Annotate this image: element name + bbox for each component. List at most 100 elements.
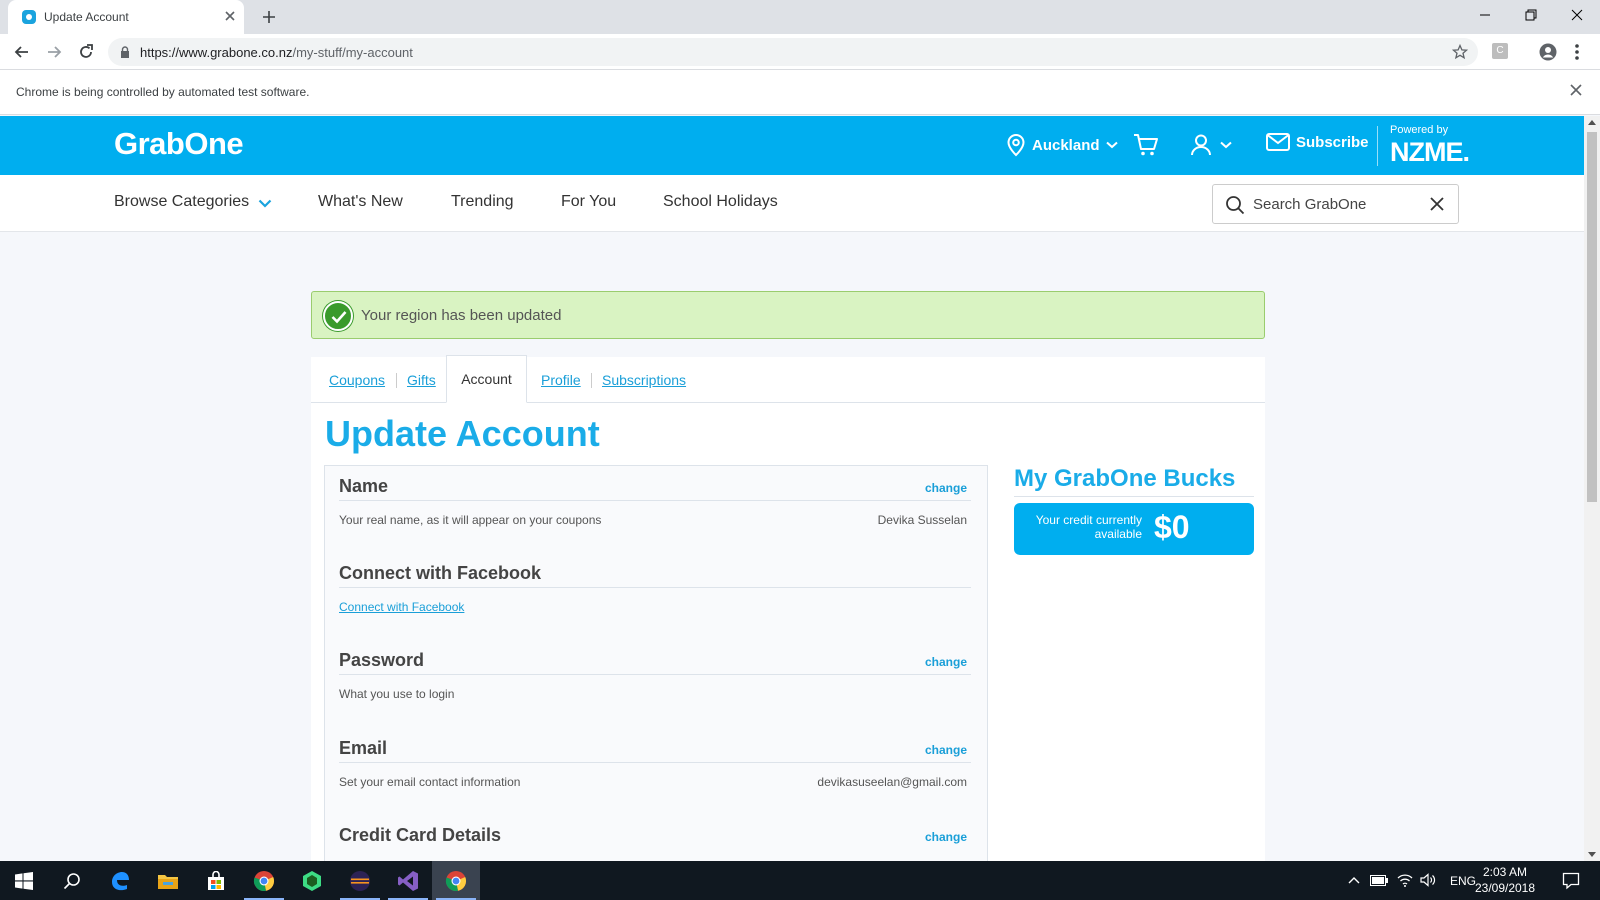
section-description: Your real name, as it will appear on you… [339, 513, 602, 527]
back-arrow-icon[interactable] [12, 42, 32, 62]
notifications-icon[interactable] [1562, 872, 1580, 890]
search-input[interactable] [1253, 194, 1413, 214]
alert-message: Your region has been updated [361, 307, 562, 324]
store-icon [208, 870, 224, 890]
tab-gifts[interactable]: Gifts [407, 372, 436, 388]
nav-school-holidays[interactable]: School Holidays [663, 193, 778, 211]
account-content: Update Account Name change Your real nam… [311, 403, 1265, 861]
chrome-icon [253, 870, 275, 891]
grabone-logo[interactable]: GrabOne [114, 126, 244, 162]
search-icon[interactable] [1225, 195, 1245, 215]
battery-icon[interactable] [1370, 875, 1388, 886]
nav-whats-new[interactable]: What's New [318, 193, 403, 211]
bucks-balance-card: Your credit currently available $0 [1014, 503, 1254, 555]
taskbar-visual-studio[interactable] [384, 861, 432, 900]
bookmark-star-icon[interactable] [1452, 44, 1468, 60]
taskbar-search-button[interactable] [48, 861, 96, 900]
taskbar-eclipse[interactable] [336, 861, 384, 900]
bucks-amount: $0 [1154, 509, 1190, 545]
infobar-text: Chrome is being controlled by automated … [16, 85, 310, 99]
section-divider [339, 674, 971, 675]
tab-profile[interactable]: Profile [541, 372, 581, 388]
taskbar-clock[interactable]: 2:03 AM 23/09/2018 [1470, 864, 1540, 896]
taskbar-file-explorer[interactable] [144, 861, 192, 900]
region-label: Auckland [1032, 136, 1100, 154]
change-name-link[interactable]: change [925, 481, 967, 495]
taskbar-chrome[interactable] [240, 861, 288, 900]
tab-subscriptions[interactable]: Subscriptions [602, 372, 686, 388]
speaker-icon[interactable] [1420, 873, 1436, 887]
nav-for-you[interactable]: For You [561, 193, 616, 211]
page-scrollbar[interactable] [1584, 116, 1600, 861]
profile-icon[interactable] [1538, 42, 1558, 62]
kebab-menu-icon[interactable] [1574, 42, 1580, 62]
section-title: Password [339, 650, 425, 670]
connect-facebook-link[interactable]: Connect with Facebook [339, 600, 464, 614]
powered-by-label: Powered by [1390, 124, 1449, 136]
taskbar-edge[interactable] [96, 861, 144, 900]
minimize-button[interactable] [1462, 0, 1508, 30]
wifi-icon[interactable] [1397, 873, 1413, 887]
tab-close-icon[interactable] [222, 8, 238, 24]
forward-arrow-icon[interactable] [44, 42, 64, 62]
clock-time: 2:03 AM [1482, 865, 1528, 879]
cart-icon[interactable] [1133, 133, 1159, 157]
subscribe-button[interactable]: Subscribe [1266, 133, 1369, 151]
nzme-logo[interactable]: NZME. [1390, 137, 1470, 168]
tab-title: Update Account [44, 10, 129, 24]
section-description: Set your email contact information [339, 775, 521, 789]
page-viewport: GrabOne Auckland Subscribe Powered by NZ… [0, 116, 1584, 861]
clear-search-icon[interactable] [1429, 196, 1445, 212]
search-box [1212, 184, 1459, 224]
region-selector[interactable]: Auckland [1006, 133, 1118, 157]
new-tab-icon[interactable] [260, 8, 278, 26]
change-email-link[interactable]: change [925, 743, 967, 757]
edge-icon [112, 871, 129, 890]
infobar-close-icon[interactable] [1570, 84, 1582, 96]
scroll-thumb[interactable] [1587, 132, 1597, 502]
chrome-icon [445, 870, 467, 891]
taskbar-chrome-active[interactable] [432, 861, 480, 900]
chevron-down-icon [1105, 141, 1118, 149]
tab-account[interactable]: Account [446, 355, 527, 403]
chevron-down-icon[interactable] [258, 199, 272, 208]
account-menu[interactable] [1190, 133, 1232, 157]
windows-taskbar: ENG 2:03 AM 23/09/2018 [0, 861, 1600, 900]
start-button[interactable] [0, 861, 48, 900]
eclipse-icon [350, 870, 370, 891]
tab-coupons[interactable]: Coupons [329, 372, 385, 388]
chevron-up-icon[interactable] [1348, 876, 1360, 884]
section-title: Email [339, 738, 388, 758]
address-bar[interactable]: https://www.grabone.co.nz/my-stuff/my-ac… [108, 38, 1478, 66]
tab-separator [591, 373, 592, 388]
browser-tab[interactable]: Update Account [8, 0, 244, 34]
android-studio-icon [303, 870, 321, 891]
url-text: https://www.grabone.co.nz/my-stuff/my-ac… [140, 45, 413, 60]
browser-toolbar: https://www.grabone.co.nz/my-stuff/my-ac… [0, 34, 1600, 70]
section-title: Credit Card Details [339, 825, 502, 845]
nav-browse-categories[interactable]: Browse Categories [114, 193, 249, 211]
subscribe-label: Subscribe [1296, 133, 1369, 151]
extension-icon[interactable]: C [1492, 43, 1508, 59]
scroll-down-arrow-icon[interactable] [1588, 852, 1596, 857]
reload-icon[interactable] [76, 42, 96, 62]
section-title: Name [339, 476, 389, 496]
visual-studio-icon [398, 870, 418, 891]
change-password-link[interactable]: change [925, 655, 967, 669]
file-explorer-icon [158, 874, 178, 889]
bucks-divider [1014, 496, 1254, 497]
section-divider [339, 500, 971, 501]
success-alert: Your region has been updated [311, 291, 1265, 339]
taskbar-android-studio[interactable] [288, 861, 336, 900]
clock-date: 23/09/2018 [1474, 881, 1536, 895]
change-credit-card-link[interactable]: change [925, 830, 967, 844]
close-window-button[interactable] [1554, 0, 1600, 30]
nav-trending[interactable]: Trending [451, 193, 514, 211]
site-header: GrabOne Auckland Subscribe Powered by NZ… [0, 116, 1584, 175]
account-form-panel: Name change Your real name, as it will a… [324, 465, 988, 861]
section-divider [339, 587, 971, 588]
scroll-up-arrow-icon[interactable] [1588, 120, 1596, 125]
taskbar-store[interactable] [192, 861, 240, 900]
restore-button[interactable] [1508, 0, 1554, 30]
section-description: What you use to login [339, 687, 455, 701]
